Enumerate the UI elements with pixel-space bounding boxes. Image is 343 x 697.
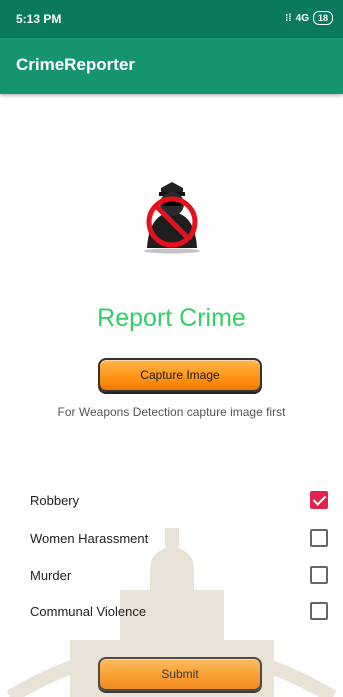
robbery-checkbox[interactable] [310, 491, 328, 509]
submit-button[interactable]: Submit [98, 657, 262, 691]
option-murder[interactable]: Murder [30, 564, 330, 588]
signal-icon: ⁝⁞ [285, 12, 292, 24]
option-label: Women Harassment [30, 531, 149, 546]
option-label: Communal Violence [30, 604, 147, 619]
option-label: Robbery [30, 493, 80, 508]
battery-icon: 18 [312, 11, 333, 25]
page-title: Report Crime [97, 304, 246, 332]
no-crime-icon [144, 182, 200, 254]
option-robbery[interactable]: Robbery [30, 489, 330, 513]
option-women-harassment[interactable]: Women Harassment [30, 527, 330, 551]
women-harassment-checkbox[interactable] [310, 529, 328, 547]
battery-level: 18 [317, 13, 328, 23]
network-type: 4G [295, 12, 309, 24]
murder-checkbox[interactable] [310, 566, 328, 584]
status-bar: 5:13 PM ⁝⁞ 4G 18 [0, 0, 343, 38]
communal-violence-checkbox[interactable] [310, 602, 328, 620]
capture-hint: For Weapons Detection capture image firs… [57, 405, 286, 419]
option-communal-violence[interactable]: Communal Violence [30, 600, 330, 624]
app-bar: CrimeReporter [0, 38, 343, 94]
status-time: 5:13 PM [16, 12, 62, 26]
option-label: Murder [30, 568, 72, 583]
status-icons: ⁝⁞ 4G 18 [285, 11, 333, 25]
capture-image-button[interactable]: Capture Image [98, 358, 262, 392]
app-title: CrimeReporter [16, 55, 136, 74]
